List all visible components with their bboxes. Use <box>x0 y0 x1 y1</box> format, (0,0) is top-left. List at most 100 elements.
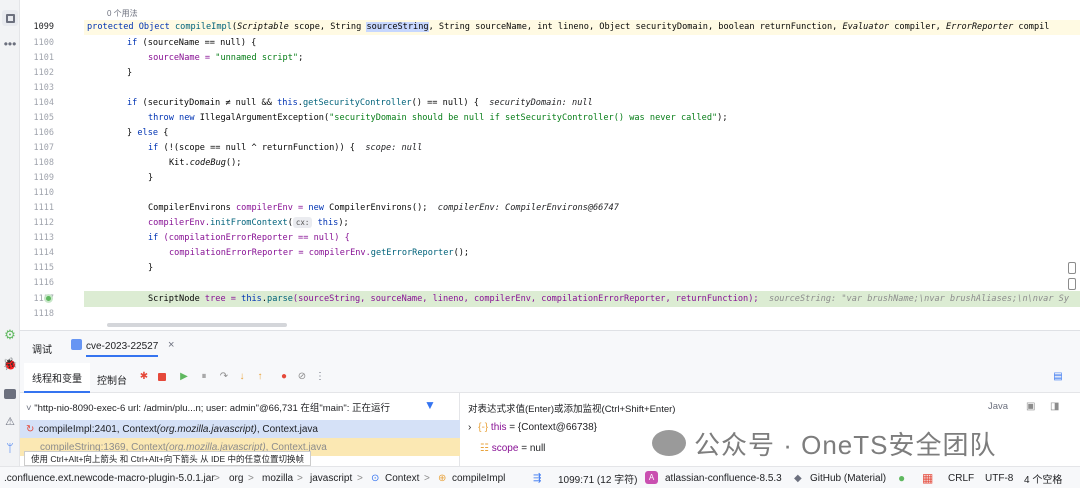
tab-threads-variables[interactable]: 线程和变量 <box>24 363 90 393</box>
variable-row[interactable]: ☷ scope = null <box>480 443 545 454</box>
breadcrumb-separator: > <box>357 472 363 484</box>
step-over-icon[interactable]: ↷ <box>218 371 230 383</box>
project-icon: A <box>645 471 658 484</box>
tab-console[interactable]: 控制台 <box>97 372 127 387</box>
code-line-1108[interactable]: Kit.codeBug(); <box>169 156 241 171</box>
session-tab[interactable]: cve-2023-22527 <box>86 341 159 357</box>
code-line-1099[interactable]: protected Object compileImpl(Scriptable … <box>87 20 1049 35</box>
code-line-1109[interactable]: } <box>148 171 153 186</box>
more-icon[interactable]: ⋮ <box>314 371 326 383</box>
line-number[interactable]: 1104 <box>20 98 54 108</box>
code-line-1112[interactable]: compilerEnv.initFromContext(cx: this); <box>148 216 349 231</box>
line-number[interactable]: 1099 <box>20 22 54 32</box>
view-breakpoints-icon[interactable]: ● <box>278 371 290 383</box>
breadcrumb-jar[interactable]: .confluence.ext.newcode-macro-plugin-5.0… <box>4 467 215 488</box>
theme-name[interactable]: GitHub (Material) <box>810 467 886 488</box>
line-number[interactable]: 1115 <box>20 263 54 273</box>
param-hint-chip: cx: <box>292 217 313 228</box>
frame-switch-tooltip: 使用 Ctrl+Alt+向上箭头 和 Ctrl+Alt+向下箭头 从 IDE 中… <box>24 451 311 466</box>
line-number[interactable]: 1109 <box>20 173 54 183</box>
horizontal-scrollbar[interactable] <box>107 323 287 327</box>
line-number[interactable]: 1113 <box>20 233 54 243</box>
position-icon: ⇶ <box>533 472 542 484</box>
mute-breakpoints-icon[interactable]: ⊘ <box>296 371 308 383</box>
scroll-marker[interactable] <box>1068 262 1076 274</box>
pause-icon[interactable]: ⏸ <box>198 371 210 383</box>
problems-icon[interactable]: ⚠ <box>2 414 18 430</box>
frame-icon: ↻ <box>26 423 35 435</box>
line-number[interactable]: 1118 <box>20 309 54 319</box>
code-line-1104[interactable]: if (securityDomain ≠ null && this.getSec… <box>127 96 593 111</box>
line-number[interactable]: 1111 <box>20 203 54 213</box>
breadcrumb-org[interactable]: org <box>229 467 243 488</box>
file-encoding[interactable]: UTF-8 <box>985 467 1013 488</box>
code-line-1102[interactable]: } <box>127 66 132 81</box>
chevron-right-icon: › <box>468 422 472 433</box>
indent-setting[interactable]: 4 个空格 <box>1024 467 1062 488</box>
code-line-1111[interactable]: CompilerEnvirons compilerEnv = new Compi… <box>148 201 619 216</box>
line-number[interactable]: 1114 <box>20 248 54 258</box>
line-number[interactable]: 1110 <box>20 188 54 198</box>
close-icon[interactable]: × <box>168 339 174 351</box>
language-selector[interactable]: Java <box>988 401 1008 412</box>
status-bar: .confluence.ext.newcode-macro-plugin-5.0… <box>0 466 1080 488</box>
rerun-debug-icon[interactable]: ✱ <box>138 371 150 383</box>
line-number[interactable]: 1108 <box>20 158 54 168</box>
project-name[interactable]: atlassian-confluence-8.5.3 <box>665 467 782 488</box>
code-line-1100[interactable]: if (sourceName == null) { <box>127 36 256 51</box>
breadcrumb-context[interactable]: Context <box>385 467 419 488</box>
code-editor[interactable]: 1099 1100 1101 1102 1103 1104 1105 1106 1107 1108… <box>20 0 1080 328</box>
line-separator[interactable]: CRLF <box>948 467 974 488</box>
git-icon[interactable]: ᛘ <box>2 440 18 456</box>
line-number[interactable]: 1101 <box>20 53 54 63</box>
line-number[interactable]: 1107 <box>20 143 54 153</box>
code-line-1105[interactable]: throw new IllegalArgumentException("secu… <box>148 111 728 126</box>
watermark: 公众号 · OneTS安全团队 <box>652 423 996 463</box>
breadcrumb-mozilla[interactable]: mozilla <box>262 467 293 488</box>
code-line-1107[interactable]: if (!(scope == null ^ returnFunction)) {… <box>148 141 422 156</box>
watch-icon[interactable]: ▣ <box>1026 401 1035 412</box>
caret-position[interactable]: 1099:71 (12 字符) <box>558 467 638 488</box>
code-line-1117[interactable]: ScriptNode tree = this.parse(sourceStrin… <box>148 292 1069 307</box>
line-number[interactable]: 1112 <box>20 218 54 228</box>
line-number[interactable]: 1100 <box>20 38 54 48</box>
services-icon[interactable]: ⚙ <box>2 326 18 342</box>
code-line-1106[interactable]: } else { <box>127 126 168 141</box>
step-out-icon[interactable]: ↑ <box>254 371 266 383</box>
breadcrumb-separator: > <box>297 472 303 484</box>
windows-icon[interactable]: ▦ <box>922 467 933 488</box>
evaluate-expression-field[interactable]: 对表达式求值(Enter)或添加监视(Ctrl+Shift+Enter) <box>468 401 675 415</box>
status-ok-icon[interactable]: ● <box>898 467 905 488</box>
terminal-icon[interactable] <box>2 386 18 402</box>
thread-selector[interactable]: ˅ "http-nio-8090-exec-6 url: /admin/plu.… <box>26 400 390 414</box>
frame-item[interactable]: ↻ compileImpl:2401, Context (org.mozilla… <box>20 420 460 438</box>
object-icon: {-} <box>478 422 489 433</box>
code-line-1101[interactable]: sourceName = "unnamed script"; <box>148 51 303 66</box>
layout-icon[interactable]: ▤ <box>1052 371 1064 383</box>
line-number[interactable]: 1106 <box>20 128 54 138</box>
stop-icon[interactable] <box>156 371 168 383</box>
step-into-icon[interactable]: ↓ <box>236 371 248 383</box>
breakpoint-icon[interactable] <box>44 294 53 303</box>
breadcrumb-javascript[interactable]: javascript <box>310 467 352 488</box>
debug-icon[interactable]: 🐞 <box>2 356 18 372</box>
filter-icon[interactable]: ▼ <box>424 398 436 412</box>
session-icon <box>71 339 82 350</box>
code-line-1113[interactable]: if (compilationErrorReporter == null) { <box>148 231 350 246</box>
more-icon[interactable]: ••• <box>2 36 18 52</box>
code-line-1115[interactable]: } <box>148 261 153 276</box>
code-line-1114[interactable]: compilationErrorReporter = compilerEnv.g… <box>169 246 469 261</box>
usage-hint[interactable]: 0 个用法 <box>107 8 138 19</box>
scroll-marker[interactable] <box>1068 278 1076 290</box>
line-gutter[interactable]: 1099 1100 1101 1102 1103 1104 1105 1106 1107 1108… <box>20 0 84 328</box>
line-number[interactable]: 1102 <box>20 68 54 78</box>
variable-row[interactable]: › {-} this = {Context@66738} <box>468 422 597 433</box>
structure-icon[interactable] <box>2 10 18 26</box>
class-icon: ⊙ <box>371 472 380 484</box>
line-number[interactable]: 1105 <box>20 113 54 123</box>
breadcrumb-method[interactable]: compileImpl <box>452 467 505 488</box>
line-number[interactable]: 1103 <box>20 83 54 93</box>
resume-icon[interactable]: ▶ <box>178 371 190 383</box>
line-number[interactable]: 1116 <box>20 278 54 288</box>
expand-icon[interactable]: ◨ <box>1050 401 1059 412</box>
